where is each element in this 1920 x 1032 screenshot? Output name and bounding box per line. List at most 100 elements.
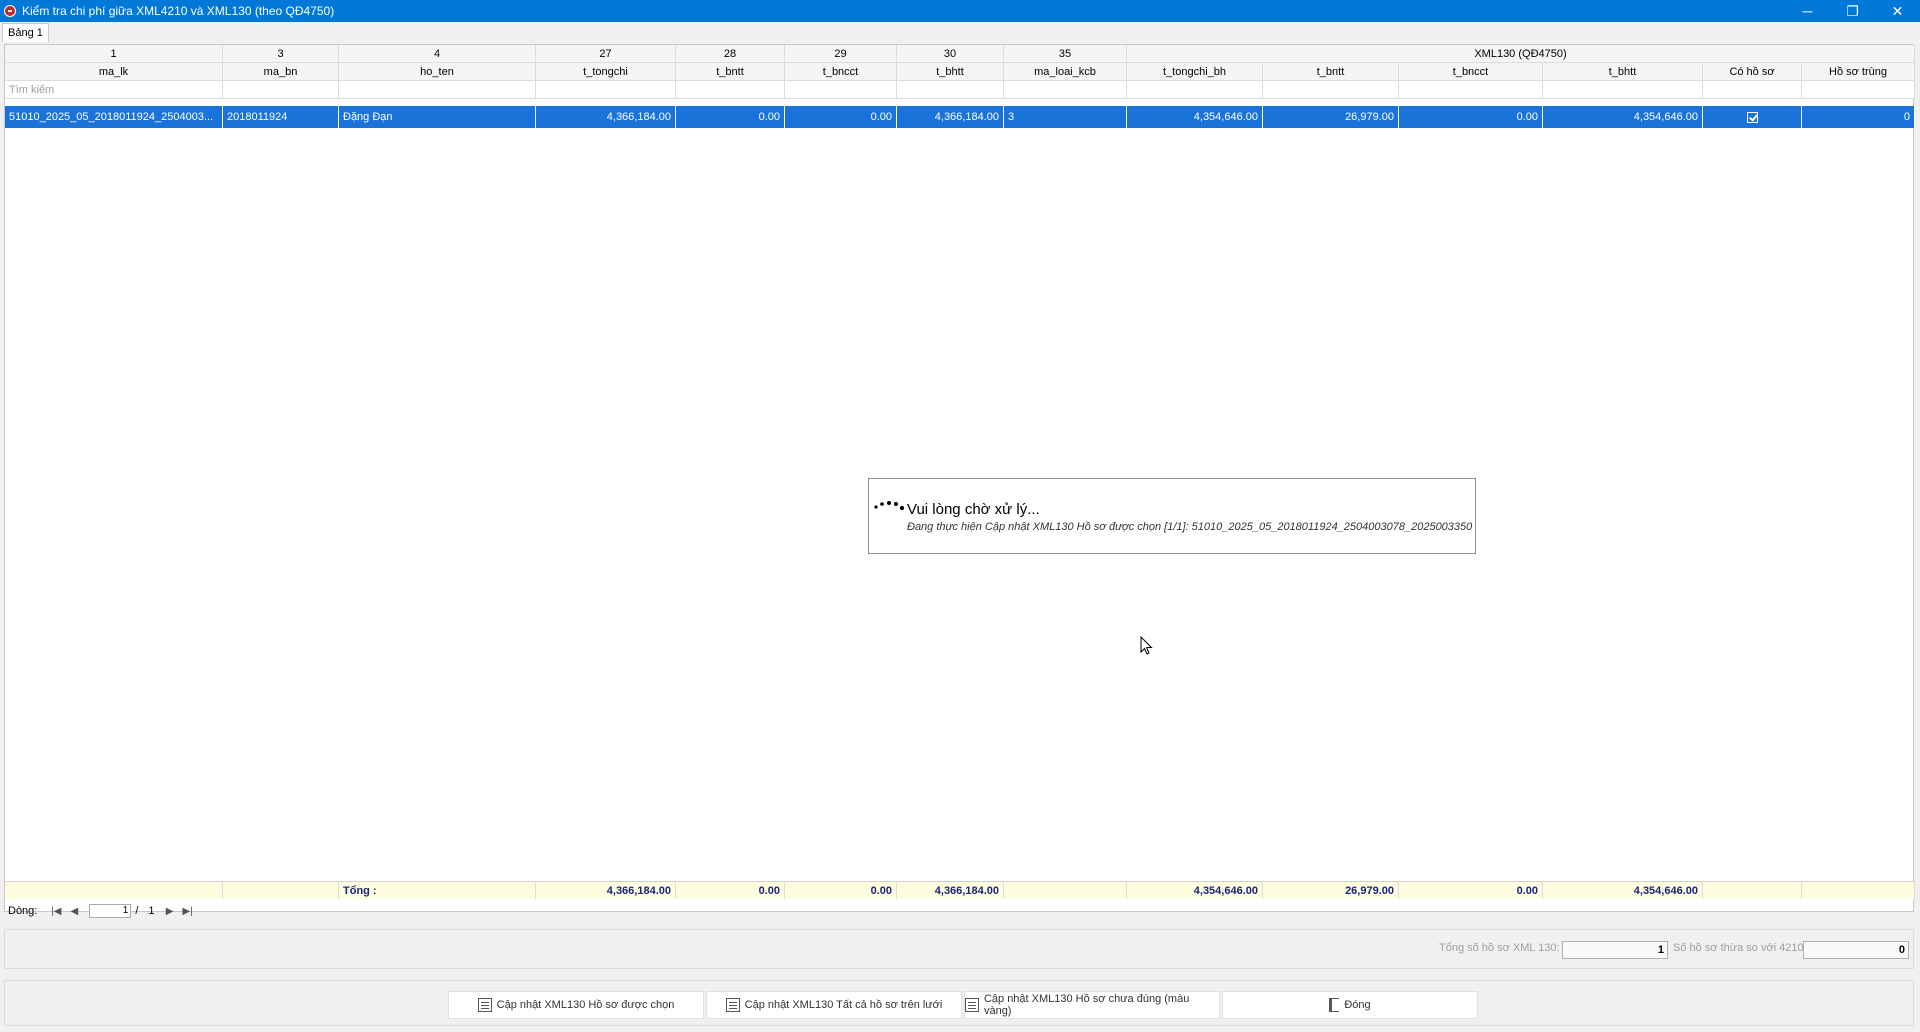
column-header-row: ma_lk ma_bn ho_ten t_tongchi t_bntt t_bn… — [5, 63, 1915, 81]
header-number: 3 — [223, 45, 339, 63]
mouse-pointer-icon — [1140, 636, 1153, 655]
column-header[interactable]: t_bhtt — [1543, 63, 1703, 81]
column-header[interactable]: t_bntt — [1263, 63, 1399, 81]
close-window-button[interactable]: ✕ — [1875, 0, 1920, 22]
cell-xml130-t-bhtt[interactable]: 4,354,646.00 — [1543, 106, 1703, 128]
filter-cell[interactable] — [1802, 81, 1915, 99]
cell-t-tongchi[interactable]: 4,366,184.00 — [536, 106, 676, 128]
header-number: 4 — [339, 45, 536, 63]
total-t-bhtt: 4,366,184.00 — [897, 882, 1004, 899]
filter-cell[interactable] — [223, 81, 339, 99]
update-all-label: Cập nhật XML130 Tất cả hồ sơ trên lưới — [744, 999, 943, 1011]
filter-cell[interactable] — [1004, 81, 1127, 99]
close-label: Đóng — [1344, 999, 1371, 1011]
wait-title: Vui lòng chờ xử lý... — [907, 501, 1040, 518]
last-page-icon[interactable]: ▶| — [179, 904, 197, 918]
filter-cell[interactable] — [1543, 81, 1703, 99]
column-header[interactable]: t_tongchi — [536, 63, 676, 81]
wait-dialog: Vui lòng chờ xử lý... Đang thực hiện Cập… — [868, 478, 1476, 554]
cell-ho-ten[interactable]: Đặng Đạn — [339, 106, 536, 128]
first-page-icon[interactable]: |◀ — [47, 904, 65, 918]
cell-co-ho-so[interactable] — [1703, 106, 1802, 128]
filter-cell[interactable] — [1263, 81, 1399, 99]
column-header[interactable]: t_tongchi_bh — [1127, 63, 1263, 81]
restore-button[interactable]: ❐ — [1830, 0, 1875, 22]
tab-bang-1[interactable]: Bảng 1 — [2, 23, 49, 42]
update-all-button[interactable]: Cập nhật XML130 Tất cả hồ sơ trên lưới — [706, 991, 962, 1019]
summary-panel: Tổng số hồ sơ XML 130: 1 Số hồ sơ thừa s… — [4, 929, 1914, 969]
update-incorrect-label: Cập nhật XML130 Hồ sơ chưa đúng (màu vàn… — [983, 993, 1190, 1017]
cell-t-tongchi-bh[interactable]: 4,354,646.00 — [1127, 106, 1263, 128]
column-header[interactable]: t_bncct — [1399, 63, 1543, 81]
filter-cell[interactable] — [1399, 81, 1543, 99]
total-xml130-t-bncct: 0.00 — [1399, 882, 1543, 899]
column-header[interactable]: t_bhtt — [897, 63, 1004, 81]
total-ma-loai-kcb — [1004, 882, 1127, 899]
header-number: 1 — [5, 45, 223, 63]
button-bar: Cập nhật XML130 Hồ sơ được chọn Cập nhật… — [4, 980, 1914, 1026]
header-number-row: 1 3 4 27 28 29 30 35 XML130 (QĐ4750) — [5, 45, 1915, 63]
header-group-xml130: XML130 (QĐ4750) — [1127, 45, 1915, 63]
search-input[interactable]: Tìm kiếm — [5, 81, 223, 99]
total-pages: 1 — [148, 905, 155, 917]
total-t-bntt: 0.00 — [676, 882, 785, 899]
filter-cell[interactable] — [339, 81, 536, 99]
excess-records-label: Số hồ sơ thừa so với 4210: — [1673, 942, 1807, 954]
cell-t-bncct[interactable]: 0.00 — [785, 106, 897, 128]
cell-t-bhtt[interactable]: 4,366,184.00 — [897, 106, 1004, 128]
filter-cell[interactable] — [1127, 81, 1263, 99]
cell-ma-bn[interactable]: 2018011924 — [223, 106, 339, 128]
title-bar: Kiểm tra chi phí giữa XML4210 và XML130 … — [0, 0, 1920, 22]
cell-t-bntt[interactable]: 0.00 — [676, 106, 785, 128]
total-t-bncct: 0.00 — [785, 882, 897, 899]
table-row[interactable]: 51010_2025_05_2018011924_2504003... 2018… — [5, 106, 1915, 128]
header-number: 27 — [536, 45, 676, 63]
header-number: 28 — [676, 45, 785, 63]
edit-document-icon — [965, 998, 979, 1012]
loading-spinner-icon — [874, 501, 905, 511]
header-number: 30 — [897, 45, 1004, 63]
window-title: Kiểm tra chi phí giữa XML4210 và XML130 … — [22, 4, 335, 18]
search-row: Tìm kiếm — [5, 81, 1915, 99]
cell-xml130-t-bncct[interactable]: 0.00 — [1399, 106, 1543, 128]
prev-page-icon[interactable]: ◀ — [65, 904, 83, 918]
column-header[interactable]: Có hồ sơ — [1703, 63, 1802, 81]
total-records-value: 1 — [1562, 941, 1668, 959]
page-number-input[interactable]: 1 — [89, 904, 132, 918]
excess-records-value: 0 — [1803, 941, 1909, 959]
checkbox-checked-icon[interactable] — [1746, 111, 1758, 123]
totals-empty — [1703, 882, 1802, 899]
total-t-tongchi: 4,366,184.00 — [536, 882, 676, 899]
documents-icon — [725, 998, 740, 1012]
update-selected-button[interactable]: Cập nhật XML130 Hồ sơ được chọn — [448, 991, 704, 1019]
column-header[interactable]: ma_bn — [223, 63, 339, 81]
filter-cell[interactable] — [897, 81, 1004, 99]
total-xml130-t-bntt: 26,979.00 — [1263, 882, 1399, 899]
app-icon — [4, 5, 16, 17]
cell-ma-loai-kcb[interactable]: 3 — [1004, 106, 1127, 128]
filter-cell[interactable] — [1703, 81, 1802, 99]
column-header[interactable]: t_bntt — [676, 63, 785, 81]
column-header[interactable]: ma_loai_kcb — [1004, 63, 1127, 81]
filter-cell[interactable] — [785, 81, 897, 99]
header-number: 35 — [1004, 45, 1127, 63]
cell-xml130-t-bntt[interactable]: 26,979.00 — [1263, 106, 1399, 128]
filter-cell[interactable] — [676, 81, 785, 99]
cell-ma-lk[interactable]: 51010_2025_05_2018011924_2504003... — [5, 106, 223, 128]
column-header[interactable]: ho_ten — [339, 63, 536, 81]
column-header[interactable]: ma_lk — [5, 63, 223, 81]
total-t-tongchi-bh: 4,354,646.00 — [1127, 882, 1263, 899]
column-header[interactable]: Hồ sơ trùng — [1802, 63, 1915, 81]
next-page-icon[interactable]: ▶ — [161, 904, 179, 918]
cell-ho-so-trung[interactable]: 0 — [1802, 106, 1915, 128]
update-incorrect-button[interactable]: Cập nhật XML130 Hồ sơ chưa đúng (màu vàn… — [964, 991, 1220, 1019]
minimize-button[interactable]: ─ — [1785, 0, 1830, 22]
filter-cell[interactable] — [536, 81, 676, 99]
document-icon — [477, 998, 492, 1012]
tab-strip: Bảng 1 — [0, 22, 1920, 42]
column-header[interactable]: t_bncct — [785, 63, 897, 81]
close-button[interactable]: Đóng — [1222, 991, 1478, 1019]
pager: Dòng: |◀ ◀ 1 / 1 ▶ ▶| — [4, 903, 1914, 919]
update-selected-label: Cập nhật XML130 Hồ sơ được chọn — [496, 999, 675, 1011]
page-separator: / — [135, 905, 139, 917]
